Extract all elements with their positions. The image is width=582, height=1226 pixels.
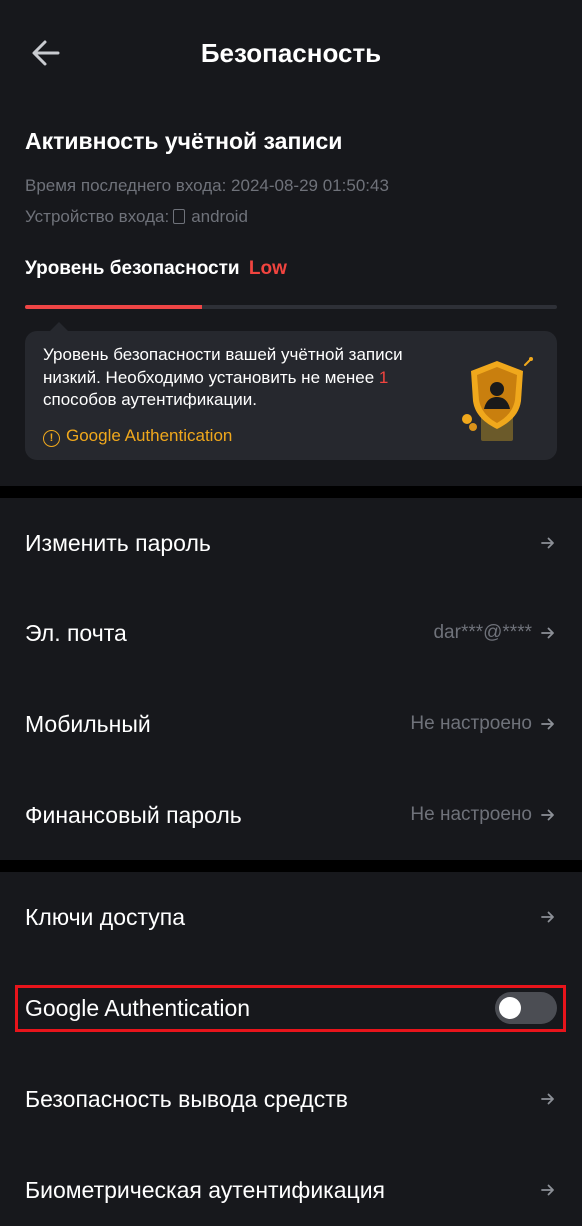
arrow-right-icon (541, 1184, 554, 1196)
account-activity-title: Активность учётной записи (25, 128, 343, 154)
arrow-right-icon (541, 718, 554, 730)
row-label: Безопасность вывода средств (25, 1086, 348, 1112)
arrow-right-icon (541, 1093, 554, 1105)
notice-pointer (49, 322, 69, 332)
row-label: Ключи доступа (25, 904, 186, 930)
section-divider (0, 860, 582, 872)
email-row[interactable]: Эл. почта dar***@**** (0, 588, 582, 678)
change-password-row[interactable]: Изменить пароль (0, 498, 582, 588)
warning-circle-icon: ! (43, 430, 60, 447)
row-label: Биометрическая аутентификация (25, 1177, 386, 1203)
google-auth-row: Google Authentication (0, 963, 582, 1053)
last-login-row: Время последнего входа: 2024-08-29 01:50… (25, 175, 389, 197)
row-label: Финансовый пароль (25, 802, 242, 828)
login-device-row: Устройство входа: android (25, 206, 248, 228)
email-value: dar***@**** (433, 622, 532, 643)
security-level-label: Уровень безопасности (25, 258, 240, 279)
google-auth-toggle[interactable] (495, 992, 557, 1024)
security-notice-text: Уровень безопасности вашей учётной запис… (43, 344, 443, 412)
google-auth-setup-link[interactable]: ! Google Authentication (43, 425, 232, 447)
security-level: Уровень безопасности Low (25, 256, 287, 282)
notice-text-before: Уровень безопасности вашей учётной запис… (43, 345, 403, 387)
withdrawal-security-row[interactable]: Безопасность вывода средств (0, 1054, 582, 1144)
security-screen: Безопасность Активность учётной записи В… (0, 0, 582, 1226)
arrow-right-icon (541, 809, 554, 821)
google-auth-link-label: Google Authentication (66, 426, 233, 445)
shield-user-icon (462, 357, 533, 441)
security-level-value: Low (248, 258, 287, 279)
last-login-label: Время последнего входа: (25, 176, 227, 195)
device-value: android (191, 207, 248, 226)
page-title: Безопасность (200, 38, 382, 68)
required-methods-count: 1 (378, 367, 389, 387)
phone-icon (173, 209, 186, 224)
device-label: Устройство входа: (25, 207, 170, 226)
mobile-value: Не настроено (410, 713, 532, 734)
security-level-progress (25, 305, 557, 309)
financial-password-value: Не настроено (410, 804, 532, 825)
row-label: Эл. почта (25, 620, 127, 646)
security-notice-card: Уровень безопасности вашей учётной запис… (25, 322, 557, 460)
mobile-row[interactable]: Мобильный Не настроено (0, 679, 582, 769)
arrow-right-icon (541, 627, 554, 639)
arrow-right-icon (541, 911, 554, 923)
row-label: Изменить пароль (25, 530, 211, 556)
arrow-right-icon (541, 537, 554, 549)
toggle-knob (499, 997, 521, 1019)
header: Безопасность (0, 0, 582, 108)
section-divider (0, 486, 582, 498)
row-label: Мобильный (25, 711, 151, 737)
security-level-progress-fill (25, 305, 203, 309)
account-activity-section: Активность учётной записи Время последне… (0, 108, 582, 486)
row-label: Google Authentication (25, 995, 251, 1021)
last-login-value: 2024-08-29 01:50:43 (231, 176, 389, 195)
notice-text-after: способов аутентификации. (43, 390, 257, 409)
passkeys-row[interactable]: Ключи доступа (0, 872, 582, 962)
financial-password-row[interactable]: Финансовый пароль Не настроено (0, 770, 582, 860)
biometric-row[interactable]: Биометрическая аутентификация (0, 1145, 582, 1226)
